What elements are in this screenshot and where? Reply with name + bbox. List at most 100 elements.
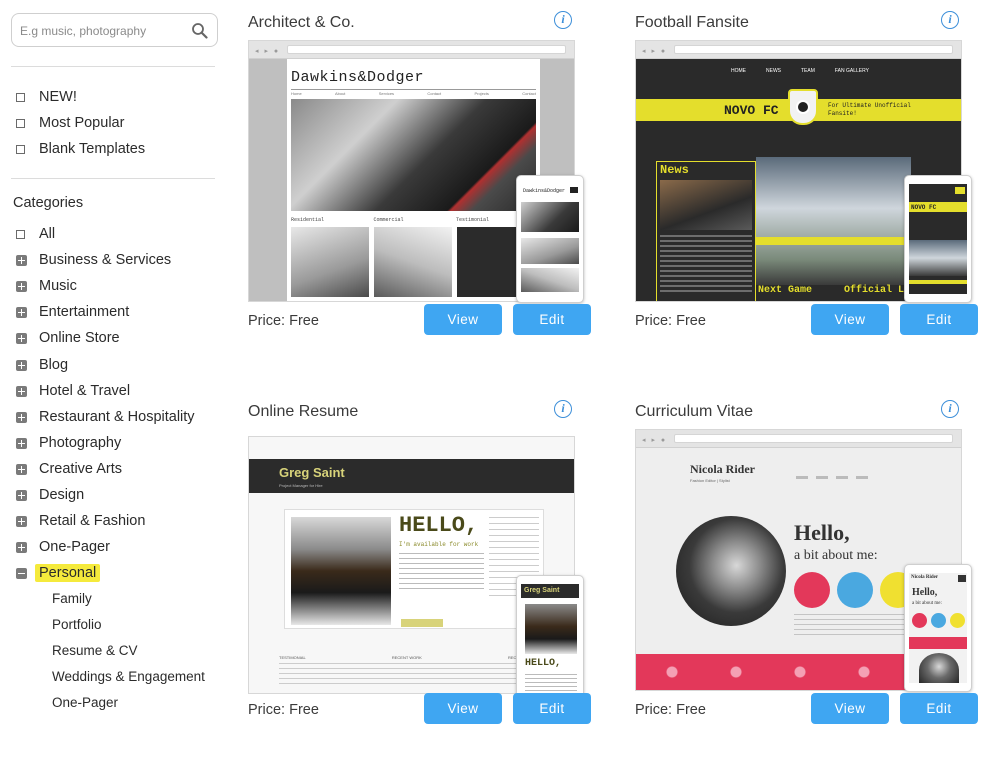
site-section-title: Residential bbox=[291, 217, 325, 223]
expand-icon[interactable] bbox=[16, 280, 27, 292]
category-entertainment[interactable]: Entertainment bbox=[16, 302, 129, 322]
template-preview[interactable]: ◂ ▸ ● HOME NEWS TEAM FAN GALLERY NOVO FC… bbox=[635, 40, 972, 303]
filter-blank-templates[interactable]: Blank Templates bbox=[16, 139, 145, 159]
view-button[interactable]: View bbox=[424, 693, 502, 724]
site-nav-item: TEAM bbox=[801, 68, 815, 74]
expand-icon[interactable] bbox=[16, 359, 27, 371]
divider bbox=[11, 66, 215, 67]
site-section-title: RECENT WORK bbox=[391, 655, 422, 660]
thumb-image bbox=[291, 227, 369, 297]
checkbox[interactable] bbox=[16, 92, 25, 102]
subcategory-portfolio[interactable]: Portfolio bbox=[52, 617, 102, 632]
mobile-site-name: Greg Saint bbox=[524, 587, 560, 594]
view-button[interactable]: View bbox=[424, 304, 502, 335]
edit-button[interactable]: Edit bbox=[513, 304, 591, 335]
edit-button[interactable]: Edit bbox=[513, 693, 591, 724]
mobile-club-name: NOVO FC bbox=[911, 204, 937, 211]
category-label: Design bbox=[39, 487, 85, 503]
category-blog[interactable]: Blog bbox=[16, 355, 68, 375]
expand-icon[interactable] bbox=[16, 463, 27, 475]
mobile-logo: Dawkins&Dodger bbox=[523, 188, 566, 194]
subcategory-one-pager[interactable]: One-Pager bbox=[52, 695, 118, 710]
browser-bar: ◂ ▸ ● bbox=[636, 41, 961, 59]
template-preview[interactable]: ◂ ▸ ● Dawkins&Dodger Home About Services… bbox=[248, 40, 584, 303]
available-text: I'm available for work bbox=[399, 541, 479, 548]
site-nav-item: About bbox=[334, 91, 346, 96]
category-retail-fashion[interactable]: Retail & Fashion bbox=[16, 511, 145, 531]
subcategory-family[interactable]: Family bbox=[52, 591, 92, 606]
view-button[interactable]: View bbox=[811, 693, 889, 724]
search-box[interactable] bbox=[11, 13, 218, 47]
category-design[interactable]: Design bbox=[16, 485, 84, 505]
category-label: Creative Arts bbox=[39, 461, 122, 477]
category-photography[interactable]: Photography bbox=[16, 433, 121, 453]
expand-icon[interactable] bbox=[16, 411, 27, 423]
expand-icon[interactable] bbox=[16, 254, 27, 266]
category-music[interactable]: Music bbox=[16, 276, 77, 296]
site-logo: Dawkins&Dodger bbox=[291, 69, 425, 86]
checkbox[interactable] bbox=[16, 144, 25, 154]
category-creative-arts[interactable]: Creative Arts bbox=[16, 459, 122, 479]
template-title: Architect & Co. bbox=[248, 14, 355, 31]
category-restaurant-hospitality[interactable]: Restaurant & Hospitality bbox=[16, 407, 195, 427]
info-icon[interactable]: i bbox=[554, 400, 572, 418]
subcategory-weddings-engagement[interactable]: Weddings & Engagement bbox=[52, 669, 205, 684]
expand-icon[interactable] bbox=[16, 437, 27, 449]
category-one-pager[interactable]: One-Pager bbox=[16, 537, 110, 557]
search-icon[interactable] bbox=[191, 22, 208, 39]
mobile-hello: Hello, bbox=[912, 587, 938, 598]
browser-bar: ◂ ▸ ● bbox=[636, 430, 961, 448]
expand-icon[interactable] bbox=[16, 541, 27, 553]
sidebar: NEW! Most Popular Blank Templates Catego… bbox=[0, 0, 230, 768]
club-name: NOVO FC bbox=[724, 103, 779, 118]
site-name: Greg Saint bbox=[279, 465, 345, 480]
template-title: Online Resume bbox=[248, 403, 359, 420]
template-price: Price: Free bbox=[248, 313, 319, 329]
site-name: Nicola Rider bbox=[690, 462, 755, 476]
search-input[interactable] bbox=[20, 21, 190, 41]
category-all[interactable]: All bbox=[16, 224, 55, 244]
category-label: Blog bbox=[39, 357, 69, 373]
expand-icon[interactable] bbox=[16, 515, 27, 527]
expand-icon[interactable] bbox=[16, 332, 27, 344]
hello-heading: Hello, bbox=[794, 520, 850, 545]
category-online-store[interactable]: Online Store bbox=[16, 328, 120, 348]
mobile-about: a bit about me: bbox=[912, 601, 942, 606]
edit-button[interactable]: Edit bbox=[900, 304, 978, 335]
profile-photo bbox=[676, 516, 786, 626]
news-image bbox=[660, 180, 752, 230]
site-nav-item: Contact bbox=[522, 91, 536, 96]
expand-icon[interactable] bbox=[16, 306, 27, 318]
next-game-label: Next Game bbox=[758, 285, 813, 296]
expand-icon[interactable] bbox=[16, 385, 27, 397]
info-icon[interactable]: i bbox=[941, 11, 959, 29]
mobile-preview: Dawkins&Dodger bbox=[516, 175, 584, 303]
club-tagline: For Ultimate Unofficial Fansite! bbox=[828, 102, 911, 117]
site-section-title: Commercial bbox=[373, 217, 404, 223]
edit-button[interactable]: Edit bbox=[900, 693, 978, 724]
category-hotel-travel[interactable]: Hotel & Travel bbox=[16, 381, 130, 401]
filter-most-popular[interactable]: Most Popular bbox=[16, 113, 124, 133]
subcategory-resume-cv[interactable]: Resume & CV bbox=[52, 643, 138, 658]
category-label: All bbox=[39, 226, 56, 242]
category-label: Restaurant & Hospitality bbox=[39, 409, 195, 425]
info-icon[interactable]: i bbox=[554, 11, 572, 29]
view-button[interactable]: View bbox=[811, 304, 889, 335]
site-role: Project Manager for Hire bbox=[279, 483, 323, 488]
filter-new[interactable]: NEW! bbox=[16, 87, 77, 107]
template-preview[interactable]: ◂ ▸ ● Nicola Rider Fashion Editor | Styl… bbox=[635, 429, 972, 692]
category-personal[interactable]: Personal bbox=[16, 563, 101, 583]
filter-label: NEW! bbox=[39, 89, 77, 105]
expand-icon[interactable] bbox=[16, 489, 27, 501]
thumb-image bbox=[374, 227, 452, 297]
info-icon[interactable]: i bbox=[941, 400, 959, 418]
checkbox[interactable] bbox=[16, 118, 25, 128]
collapse-icon[interactable] bbox=[16, 567, 27, 579]
site-nav-item: NEWS bbox=[766, 68, 781, 74]
template-preview[interactable]: Greg Saint Project Manager for Hire HELL… bbox=[248, 436, 584, 703]
category-business-services[interactable]: Business & Services bbox=[16, 250, 171, 270]
template-price: Price: Free bbox=[635, 702, 706, 718]
category-label: Music bbox=[39, 278, 77, 294]
site-nav-item: Services bbox=[378, 91, 395, 96]
checkbox[interactable] bbox=[16, 229, 25, 239]
